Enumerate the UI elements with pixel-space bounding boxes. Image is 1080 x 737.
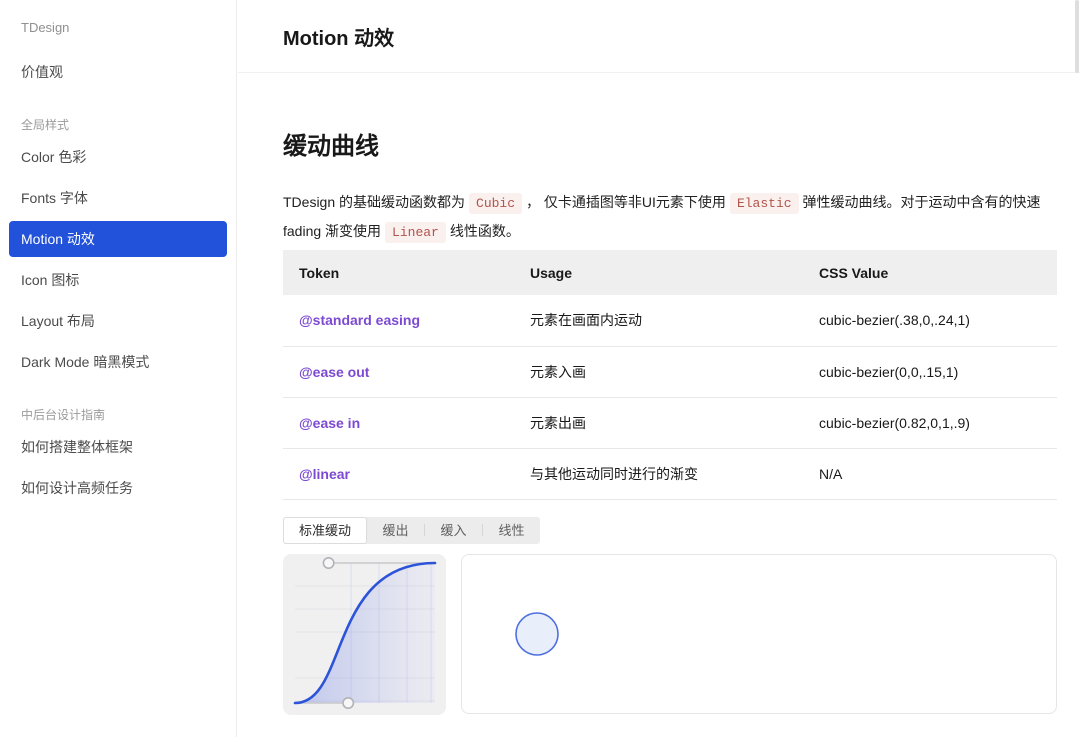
animation-stage[interactable] (461, 554, 1057, 714)
easing-token-table: Token Usage CSS Value @standard easing 元… (283, 250, 1057, 500)
sidebar-item-color[interactable]: Color 色彩 (9, 139, 227, 175)
sidebar: TDesign 价值观 全局样式 Color 色彩 Fonts 字体 Motio… (0, 0, 237, 737)
sidebar-section-guide: 中后台设计指南 (21, 406, 236, 424)
col-header-css: CSS Value (803, 250, 1057, 295)
token-cell: @standard easing (283, 295, 514, 346)
usage-cell: 与其他运动同时进行的渐变 (514, 448, 803, 499)
table-row: @standard easing 元素在画面内运动 cubic-bezier(.… (283, 295, 1057, 346)
css-cell: cubic-bezier(.38,0,.24,1) (803, 295, 1057, 346)
table-row: @ease out 元素入画 cubic-bezier(0,0,.15,1) (283, 346, 1057, 397)
motion-demo-row (283, 554, 1057, 715)
token-cell: @linear (283, 448, 514, 499)
intro-paragraph: TDesign 的基础缓动函数都为Cubic， 仅卡通插图等非UI元素下使用El… (283, 188, 1057, 246)
intro-text-2: ， 仅卡通插图等非UI元素下使用 (526, 194, 726, 210)
table-row: @linear 与其他运动同时进行的渐变 N/A (283, 448, 1057, 499)
tab-linear[interactable]: 线性 (483, 517, 540, 544)
page-header: Motion 动效 (238, 0, 1080, 73)
css-cell: cubic-bezier(0.82,0,1,.9) (803, 397, 1057, 448)
css-cell: cubic-bezier(0,0,.15,1) (803, 346, 1057, 397)
sidebar-item-tasks[interactable]: 如何设计高频任务 (9, 470, 227, 506)
animated-ball (516, 613, 558, 655)
code-elastic: Elastic (730, 193, 799, 214)
usage-cell: 元素出画 (514, 397, 803, 448)
tab-ease-in[interactable]: 缓入 (425, 517, 482, 544)
section-title: 缓动曲线 (283, 130, 1057, 164)
intro-text-1: TDesign 的基础缓动函数都为 (283, 194, 465, 210)
col-header-usage: Usage (514, 250, 803, 295)
sidebar-item-motion[interactable]: Motion 动效 (9, 221, 227, 257)
sidebar-item-values[interactable]: 价值观 (9, 54, 227, 90)
page-title: Motion 动效 (283, 22, 394, 51)
sidebar-item-fonts[interactable]: Fonts 字体 (9, 180, 227, 216)
usage-cell: 元素入画 (514, 346, 803, 397)
tab-ease-out[interactable]: 缓出 (367, 517, 424, 544)
col-header-token: Token (283, 250, 514, 295)
tdesign-logo[interactable]: TDesign (21, 18, 236, 38)
main-area: Motion 动效 缓动曲线 TDesign 的基础缓动函数都为Cubic， 仅… (238, 0, 1080, 737)
control-handle-p1[interactable] (343, 697, 353, 707)
sidebar-item-layout[interactable]: Layout 布局 (9, 303, 227, 339)
css-cell: N/A (803, 448, 1057, 499)
bezier-curve-editor[interactable] (283, 554, 446, 715)
code-cubic: Cubic (469, 193, 522, 214)
usage-cell: 元素在画面内运动 (514, 295, 803, 346)
token-cell: @ease in (283, 397, 514, 448)
sidebar-item-icon[interactable]: Icon 图标 (9, 262, 227, 298)
sidebar-item-darkmode[interactable]: Dark Mode 暗黑模式 (9, 344, 227, 380)
sidebar-item-framework[interactable]: 如何搭建整体框架 (9, 429, 227, 465)
code-linear: Linear (385, 222, 446, 243)
intro-text-4: 线性函数。 (450, 223, 520, 239)
control-handle-p2[interactable] (323, 557, 333, 567)
scrollbar-thumb[interactable] (1075, 0, 1079, 73)
sidebar-section-global-styles: 全局样式 (21, 116, 236, 134)
easing-tabbar: 标准缓动 缓出 缓入 线性 (283, 517, 540, 544)
token-cell: @ease out (283, 346, 514, 397)
table-row: @ease in 元素出画 cubic-bezier(0.82,0,1,.9) (283, 397, 1057, 448)
animation-stage-canvas (462, 555, 1058, 713)
tab-standard-easing[interactable]: 标准缓动 (283, 517, 367, 544)
page-content: 缓动曲线 TDesign 的基础缓动函数都为Cubic， 仅卡通插图等非UI元素… (238, 130, 1080, 715)
table-header-row: Token Usage CSS Value (283, 250, 1057, 295)
bezier-curve-graph (283, 554, 446, 715)
